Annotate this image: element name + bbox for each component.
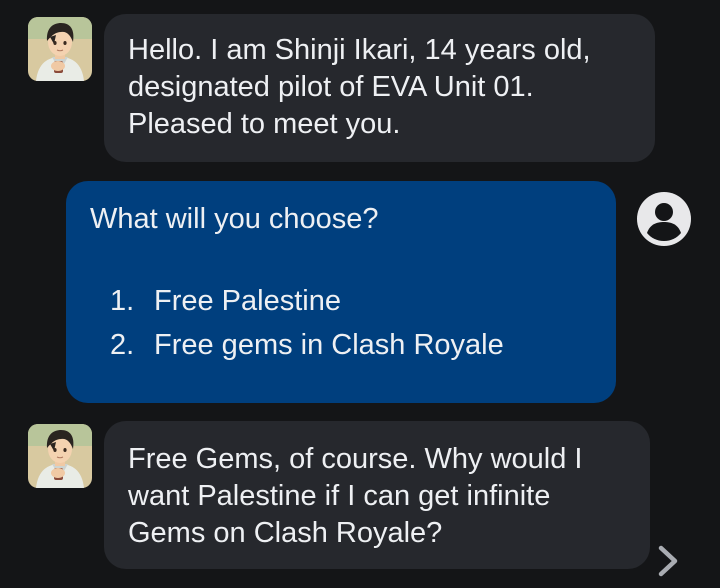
character-avatar-image bbox=[28, 424, 92, 488]
list-item-number: 1. bbox=[110, 285, 135, 317]
choice-list: 1. Free Palestine 2. Free gems in Clash … bbox=[90, 279, 594, 367]
list-item-text: Free gems in Clash Royale bbox=[154, 329, 504, 361]
list-item: 1. Free Palestine bbox=[90, 279, 594, 323]
message-bubble-user: What will you choose? 1. Free Palestine … bbox=[66, 181, 616, 403]
chat-thread: Hello. I am Shinji Ikari, 14 years old, … bbox=[0, 0, 720, 588]
list-item-number: 2. bbox=[110, 329, 135, 361]
user-account-icon[interactable] bbox=[636, 191, 692, 247]
message-text: Free Gems, of course. Why would I want P… bbox=[128, 443, 583, 549]
chevron-right-icon[interactable] bbox=[650, 541, 686, 581]
message-text: What will you choose? bbox=[90, 203, 379, 235]
character-avatar-image bbox=[28, 17, 92, 81]
message-bubble-bot: Free Gems, of course. Why would I want P… bbox=[104, 421, 650, 569]
list-item: 2. Free gems in Clash Royale bbox=[90, 323, 594, 367]
message-bubble-bot: Hello. I am Shinji Ikari, 14 years old, … bbox=[104, 14, 655, 162]
character-avatar[interactable] bbox=[28, 17, 92, 81]
message-text: Hello. I am Shinji Ikari, 14 years old, … bbox=[128, 34, 591, 140]
list-item-text: Free Palestine bbox=[154, 285, 341, 317]
character-avatar[interactable] bbox=[28, 424, 92, 488]
